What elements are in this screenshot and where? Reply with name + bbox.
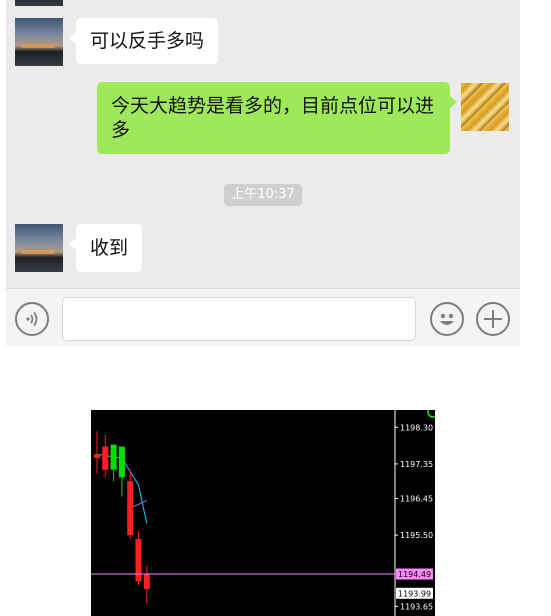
candle [118, 446, 125, 497]
bear-candle-body [135, 538, 142, 582]
input-bar [6, 288, 520, 346]
bear-candle-body [143, 573, 150, 590]
current-price-label: 1194.49 [398, 570, 431, 579]
candle [143, 565, 150, 605]
candle [110, 444, 117, 482]
price-tick-label: 1197.35 [400, 460, 433, 469]
message-text-line: 今天大趋势是看多的，目前点位可以进 [111, 95, 435, 117]
bull-candle-body [118, 446, 125, 478]
message-text-line: 多 [111, 119, 131, 141]
price-tick: 1197.35 [395, 460, 433, 469]
candle [135, 531, 142, 586]
chat-window: 可以反手多吗 今天大趋势是看多的，目前点位可以进 多 上午10:37 收到 [6, 0, 520, 346]
plus-icon [484, 310, 502, 328]
price-tick-label: 1193.65 [400, 602, 433, 611]
current-price-tag: 1194.49 [396, 568, 433, 580]
voice-button[interactable] [15, 302, 49, 336]
candle [102, 435, 109, 478]
message-bubble-received[interactable]: 收到 [68, 224, 143, 272]
contact-avatar[interactable] [15, 0, 63, 6]
contact-avatar[interactable] [15, 224, 63, 272]
bull-candle-body [110, 444, 117, 470]
contact-avatar[interactable] [15, 18, 63, 66]
page: 可以反手多吗 今天大趋势是看多的，目前点位可以进 多 上午10:37 收到 11… [0, 0, 551, 616]
message-bubble-received[interactable]: 可以反手多吗 [68, 18, 219, 64]
emoji-icon [440, 313, 454, 325]
plus-button[interactable] [476, 302, 510, 336]
corner-marker [427, 410, 435, 418]
bear-candle-body [94, 454, 100, 459]
bid-price-label: 1193.99 [398, 589, 431, 598]
price-tick: 1195.50 [395, 531, 433, 540]
emoji-button[interactable] [430, 302, 464, 336]
message-text: 可以反手多吗 [90, 30, 205, 52]
price-tick: 1193.65 [395, 602, 433, 611]
my-avatar[interactable] [461, 83, 509, 131]
timestamp-label: 上午10:37 [224, 184, 302, 206]
price-chart: 1198.30 1197.35 1196.45 1195.50 1193.65 [91, 410, 435, 616]
message-list: 可以反手多吗 今天大趋势是看多的，目前点位可以进 多 上午10:37 收到 [6, 0, 520, 288]
candle [94, 431, 100, 474]
message-bubble-sent[interactable]: 今天大趋势是看多的，目前点位可以进 多 [97, 82, 457, 154]
price-axis: 1198.30 1197.35 1196.45 1195.50 1193.65 [395, 423, 433, 611]
bear-candle-body [102, 446, 109, 470]
bid-price-tag: 1193.99 [396, 587, 433, 599]
candle [127, 469, 134, 539]
candlestick-chart: 1198.30 1197.35 1196.45 1195.50 1193.65 [91, 410, 435, 616]
price-tick: 1198.30 [395, 423, 433, 432]
candles [94, 431, 150, 605]
bear-candle-body [127, 481, 134, 536]
price-tick-label: 1195.50 [400, 531, 433, 540]
message-text: 收到 [90, 237, 129, 259]
price-tick: 1196.45 [395, 495, 433, 504]
message-input[interactable] [62, 297, 416, 341]
price-tick-label: 1198.30 [400, 423, 433, 432]
price-tick-label: 1196.45 [400, 495, 433, 504]
voice-icon [26, 311, 38, 327]
